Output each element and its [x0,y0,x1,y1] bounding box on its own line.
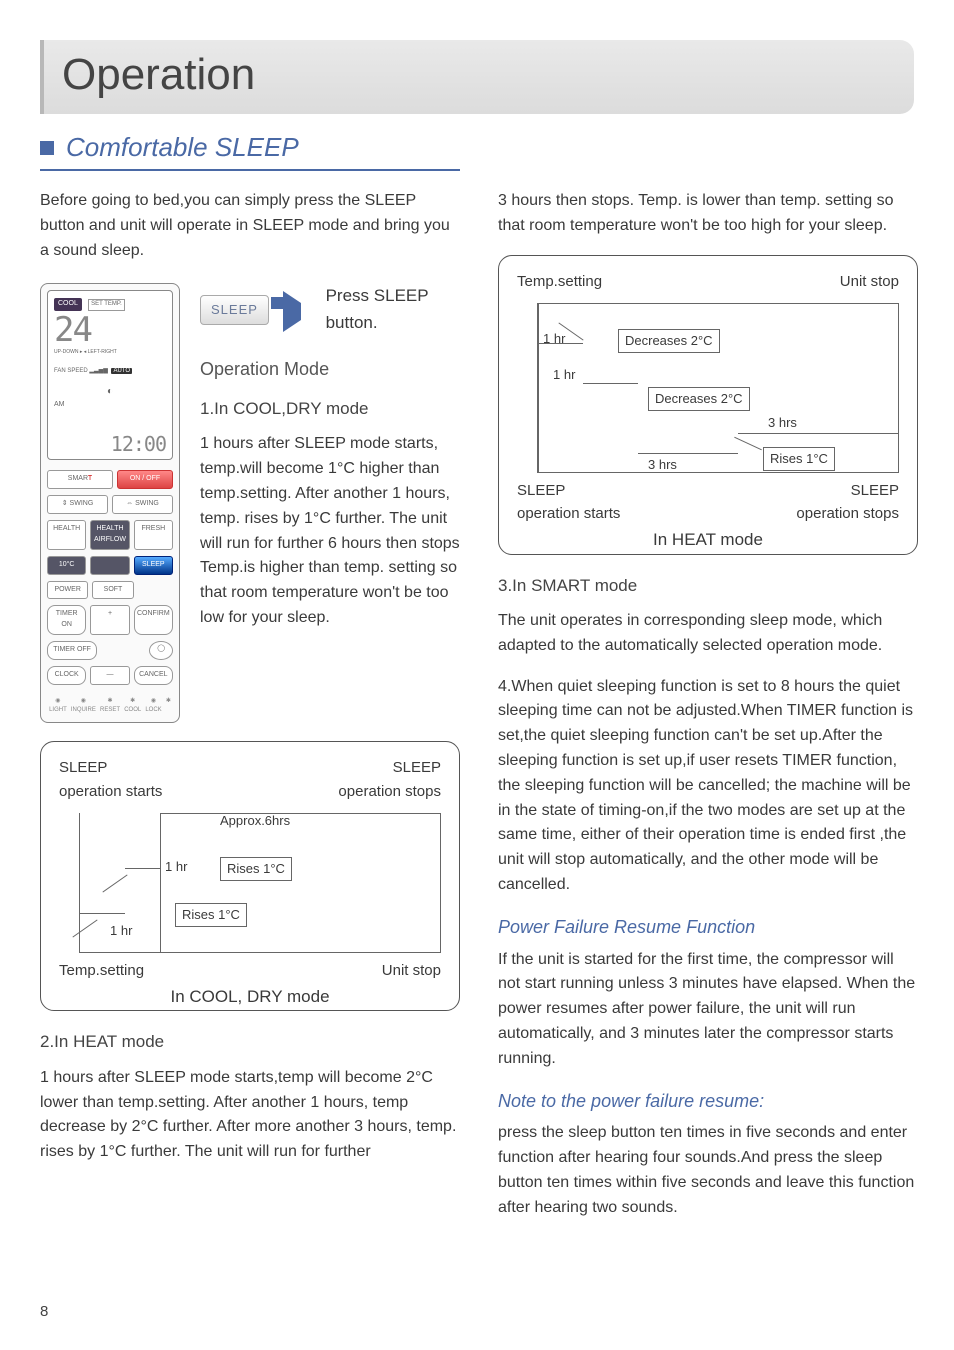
cancel-button[interactable]: CANCEL [134,666,173,685]
cool-dry-chart: SLEEP operation starts SLEEP operation s… [40,741,460,1011]
mode2-heading: 2.In HEAT mode [40,1029,460,1055]
h1-label: 1 hr [165,857,187,877]
cool-chart-axes: Approx.6hrs 1 hr Rises 1°C 1 hr Rises 1°… [79,813,441,953]
heat-chart: Temp.setting Unit stop 1 hr Decreases 2°… [498,255,918,555]
pfr-heading: Power Failure Resume Function [498,914,918,942]
lcd-temp: 24 [54,313,166,347]
health-button[interactable]: HEALTH [47,520,86,550]
smart-button[interactable]: SMART [47,470,113,489]
right-continuation: 3 hours then stops. Temp. is lower than … [498,189,918,239]
lock-icon: ◉LOCK [145,697,161,716]
chart-br: Unit stop [382,959,441,982]
mode1-text: 1 hours after SLEEP mode starts, temp.wi… [200,432,460,630]
extra-icon: ✱ [166,697,171,716]
mode2-text: 1 hours after SLEEP mode starts,temp wil… [40,1066,460,1165]
remote-illustration: COOL SET TEMP. 24 UP-DOWN ▸ ◂ LEFT-RIGHT… [40,283,180,723]
confirm-button[interactable]: CONFIRM [134,605,173,635]
heat-chart-bl: SLEEP operation starts [517,479,620,526]
heat-h3: 3 hrs [768,413,797,433]
heat-d2: Decreases 2°C [648,387,750,411]
sleep-button[interactable]: SLEEP [134,556,173,575]
minus-button[interactable]: — [90,666,129,685]
h2-label: 1 hr [110,921,132,941]
cool-icon: ✱COOL [124,697,141,716]
page-number: 8 [40,1303,48,1320]
health-airflow-button[interactable]: HEALTH AIRFLOW [90,520,129,550]
fresh-button[interactable]: FRESH [134,520,173,550]
tenc-button[interactable]: 10°C [47,556,86,575]
rises2-box: Rises 1°C [175,903,247,927]
operation-mode-heading: Operation Mode [200,356,460,384]
heat-h1: 1 hr [543,329,565,349]
title-bar: Operation [40,40,914,114]
heat-chart-caption: In HEAT mode [517,527,899,553]
lcd-clock: 12:00 [54,429,166,460]
arrow-right-icon [283,291,301,332]
heat-chart-tl: Temp.setting [517,270,602,293]
note-heading: Note to the power failure resume: [498,1088,918,1116]
heat-d1: Decreases 2°C [618,329,720,353]
note-text: press the sleep button ten times in five… [498,1121,918,1220]
right-column: 3 hours then stops. Temp. is lower than … [498,189,918,1237]
heat-h4: 3 hrs [648,455,677,475]
chart-bl: Temp.setting [59,959,144,982]
mode3-heading: 3.In SMART mode [498,573,918,599]
mode3-text: The unit operates in corresponding sleep… [498,609,918,659]
remote-lcd: COOL SET TEMP. 24 UP-DOWN ▸ ◂ LEFT-RIGHT… [47,290,173,460]
chart-tr: SLEEP operation stops [338,756,441,803]
mode1-heading: 1.In COOL,DRY mode [200,396,460,422]
rises1-box: Rises 1°C [220,857,292,881]
lcd-updown: UP-DOWN ▸ ◂ LEFT-RIGHT [54,349,166,357]
swing-h-button[interactable]: ⇔ SWING [112,495,173,514]
plus-button[interactable]: + [90,605,129,635]
chart-tl: SLEEP operation starts [59,756,162,803]
circle-button[interactable]: ◯ [149,641,173,660]
lcd-fan-row: FAN SPEED ▂▃▅▆ AUTO [54,367,166,376]
lcd-auto: AUTO [111,368,132,374]
lcd-fan-label: FAN SPEED [54,368,88,374]
lcd-spin-icon: ◐ [54,384,166,400]
timer-on-button[interactable]: TIMER ON [47,605,86,635]
heat-chart-br: SLEEP operation stops [796,479,899,526]
page-title: Operation [62,50,884,100]
lcd-am: AM [54,400,166,411]
pfr-text: If the unit is started for the first tim… [498,948,918,1072]
remote-buttons: SMART ON / OFF ⇕ SWING ⇔ SWING HEALTH HE… [47,470,173,715]
left-column: Before going to bed,you can simply press… [40,189,460,1237]
blank-button[interactable] [90,556,129,575]
approx-label: Approx.6hrs [220,811,290,831]
power-button[interactable]: POWER [47,581,88,600]
intro-text: Before going to bed,you can simply press… [40,189,460,263]
remote-bottom-icons: ◉LIGHT ◉INQUIRE ✱RESET ✱COOL ◉LOCK ✱ [47,697,173,716]
section-title: Comfortable SLEEP [66,132,299,163]
light-icon: ◉LIGHT [49,697,67,716]
clock-button[interactable]: CLOCK [47,666,86,685]
square-bullet-icon [40,141,54,155]
heat-r1: Rises 1°C [763,447,835,471]
press-sleep-text: Press SLEEP button. [326,283,460,336]
swing-v-button[interactable]: ⇕ SWING [47,495,108,514]
reset-icon: ✱RESET [100,697,120,716]
lcd-settemp-label: SET TEMP. [88,299,125,310]
cool-chart-caption: In COOL, DRY mode [59,984,441,1010]
soft-button[interactable]: SOFT [92,581,133,600]
remote-side-text: SLEEP Press SLEEP button. Operation Mode… [200,283,460,646]
heat-chart-axes: 1 hr Decreases 2°C 1 hr Decreases 2°C 3 … [537,303,899,473]
heat-chart-tr: Unit stop [840,270,899,293]
sleep-chip: SLEEP [200,295,269,325]
mode4-text: 4.When quiet sleeping function is set to… [498,675,918,898]
section-heading: Comfortable SLEEP [40,132,460,171]
onoff-button[interactable]: ON / OFF [117,470,173,489]
inquire-icon: ◉INQUIRE [71,697,96,716]
heat-h2: 1 hr [553,365,575,385]
timer-off-button[interactable]: TIMER OFF [47,641,97,660]
